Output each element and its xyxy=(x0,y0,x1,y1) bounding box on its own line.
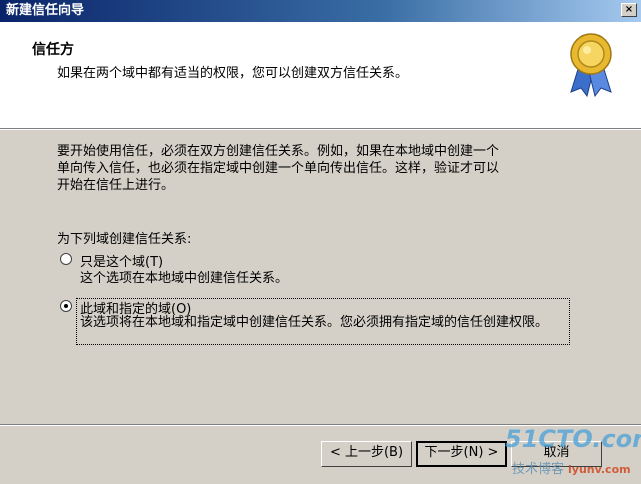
intro-line: 单向传入信任，也必须在指定域中创建一个单向传出信任。这样，验证才可以 xyxy=(57,161,500,176)
trust-group-label: 为下列域创建信任关系: xyxy=(57,232,192,247)
page-subtitle: 如果在两个域中都有适当的权限，您可以创建双方信任关系。 xyxy=(57,66,409,81)
intro-line: 开始在信任上进行。 xyxy=(57,178,175,193)
close-icon: × xyxy=(624,4,634,15)
wizard-header: 信任方 如果在两个域中都有适当的权限，您可以创建双方信任关系。 xyxy=(0,22,641,129)
watermark-url: iyunv.com xyxy=(568,463,631,476)
back-button[interactable]: < 上一步(B) xyxy=(321,441,412,467)
medal-icon xyxy=(570,33,612,98)
option-description: 该选项将在本地域和指定域中创建信任关系。您必须拥有指定域的信任创建权限。 xyxy=(80,315,549,330)
page-title: 信任方 xyxy=(32,42,74,58)
window-title: 新建信任向导 xyxy=(6,3,85,18)
intro-line: 要开始使用信任，必须在双方创建信任关系。例如，如果在本地域中创建一个 xyxy=(57,144,500,159)
option-description: 这个选项在本地域中创建信任关系。 xyxy=(80,271,289,286)
close-button[interactable]: × xyxy=(621,3,637,17)
intro-paragraph: 要开始使用信任，必须在双方创建信任关系。例如，如果在本地域中创建一个 单向传入信… xyxy=(57,143,587,194)
radio-both-domains[interactable] xyxy=(60,300,72,312)
title-bar: 新建信任向导 × xyxy=(0,0,641,22)
watermark-sub: 技术博客 xyxy=(512,462,565,477)
next-button[interactable]: 下一步(N) > xyxy=(416,441,507,467)
header-divider xyxy=(0,129,641,130)
radio-this-domain-only[interactable] xyxy=(60,253,72,265)
